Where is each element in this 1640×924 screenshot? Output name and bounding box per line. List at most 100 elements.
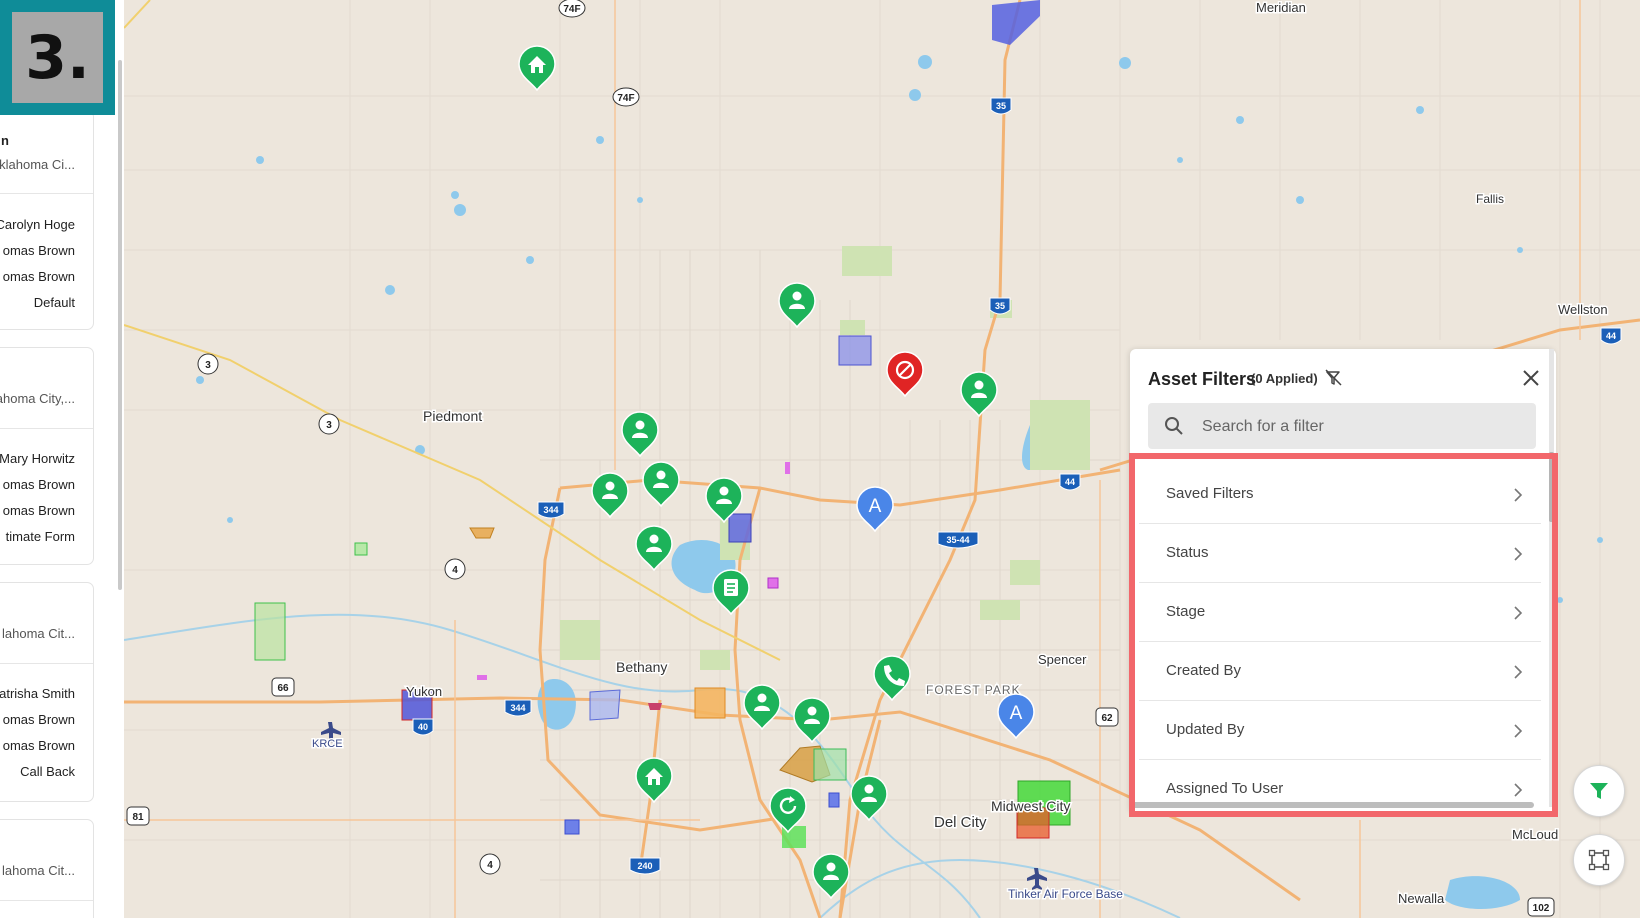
leads-list-panel: n klahoma Ci... Carolyn Hoge omas Brown …: [0, 0, 124, 918]
search-icon: [1165, 417, 1183, 435]
place-label: Bethany: [616, 659, 667, 675]
note-icon: [724, 579, 738, 596]
asset-filters-panel: Asset Filters (0 Applied) Saved Filters …: [1130, 349, 1556, 811]
lead-card-field: omas Brown: [2, 269, 75, 284]
appointment-a-icon: A: [869, 496, 882, 517]
filter-item-created-by[interactable]: Created By: [1139, 642, 1541, 701]
place-label: Newalla: [1398, 891, 1445, 906]
lead-card-field: Mary Horwitz: [0, 451, 75, 466]
lead-card-field: Call Back: [20, 764, 75, 779]
map-pin-letter[interactable]: A: [997, 693, 1035, 740]
filter-button[interactable]: [1573, 765, 1625, 817]
filter-category-list: Saved Filters Status Stage Created By Up…: [1139, 465, 1541, 811]
shield-label: 344: [543, 505, 558, 515]
lead-card[interactable]: n klahoma Ci... Carolyn Hoge omas Brown …: [0, 110, 94, 330]
chevron-right-icon: [1514, 665, 1523, 679]
shield-label: 44: [1606, 331, 1616, 341]
map-pin-block[interactable]: [886, 351, 924, 398]
close-icon[interactable]: [1520, 367, 1542, 389]
place-label: Tinker Air Force Base: [1008, 887, 1123, 901]
shield-label: 40: [418, 722, 428, 732]
place-label: Midwest City: [991, 798, 1070, 814]
clear-filters-icon[interactable]: [1324, 368, 1344, 388]
shield-label: 35: [996, 101, 1006, 111]
shield-label: 74F: [617, 93, 634, 104]
shield-label: 62: [1101, 713, 1113, 724]
lead-card-location: ahoma City,...: [0, 391, 75, 406]
shield-label: 81: [132, 812, 144, 823]
place-label: Yukon: [406, 684, 442, 699]
step-number: 3.: [12, 12, 103, 103]
filters-title: Asset Filters: [1148, 369, 1257, 389]
filter-item-label: Created By: [1166, 662, 1242, 679]
shield-label: 44: [1065, 477, 1075, 487]
map-pin-person[interactable]: [793, 697, 831, 744]
filter-item-stage[interactable]: Stage: [1139, 583, 1541, 642]
map-bottom-edge: [0, 918, 1640, 924]
filter-item-status[interactable]: Status: [1139, 524, 1541, 583]
chevron-right-icon: [1514, 783, 1523, 797]
place-label: Piedmont: [423, 408, 482, 424]
filter-search-input[interactable]: [1200, 403, 1524, 451]
shield-label: 4: [452, 565, 458, 576]
place-label: Spencer: [1038, 652, 1087, 667]
funnel-icon: [1590, 783, 1608, 799]
appointment-a-icon: A: [1010, 703, 1023, 724]
shield-label: 74F: [563, 4, 580, 15]
svg-text:A: A: [869, 496, 882, 517]
map-pin-note[interactable]: [712, 569, 750, 616]
shield-label: 66: [277, 683, 289, 694]
lead-card-field: omas Brown: [2, 503, 75, 518]
lead-card-field: omas Brown: [2, 243, 75, 258]
filter-item-label: Stage: [1166, 603, 1206, 620]
list-scrollbar[interactable]: [118, 60, 122, 590]
filter-item-label: Status: [1166, 544, 1209, 561]
map-pin-phone[interactable]: [873, 655, 911, 702]
map-pin-person[interactable]: [743, 684, 781, 731]
map-pin-house[interactable]: [518, 45, 556, 92]
place-label: Meridian: [1256, 0, 1306, 15]
map-pin-person[interactable]: [621, 411, 659, 458]
filter-item-label: Updated By: [1166, 721, 1245, 738]
map-pin-person[interactable]: [778, 282, 816, 329]
map-pin-house[interactable]: [635, 757, 673, 804]
filter-item-label: Saved Filters: [1166, 485, 1254, 502]
place-label: Del City: [934, 814, 987, 831]
shield-label: 35: [995, 301, 1005, 311]
place-label: FOREST PARK: [926, 683, 1021, 697]
filter-item-updated-by[interactable]: Updated By: [1139, 701, 1541, 760]
map-pin-letter[interactable]: A: [856, 486, 894, 533]
draw-area-button[interactable]: [1573, 834, 1625, 886]
shield-label: 240: [637, 861, 652, 871]
lead-card-field: omas Brown: [2, 477, 75, 492]
shield-label: 4: [487, 860, 493, 871]
lead-card-name: n: [1, 133, 9, 148]
filters-horizontal-scrollbar[interactable]: [1131, 802, 1534, 808]
chevron-right-icon: [1514, 488, 1523, 502]
chevron-right-icon: [1514, 724, 1523, 738]
lead-card-field: atrisha Smith: [0, 686, 75, 701]
map-pin-person[interactable]: [642, 461, 680, 508]
map-pin-person[interactable]: [960, 371, 998, 418]
chevron-right-icon: [1514, 606, 1523, 620]
lead-card[interactable]: lahoma Cit... atrisha Smith omas Brown o…: [0, 582, 94, 802]
filters-applied-count: (0 Applied): [1251, 371, 1318, 386]
filter-item-label: Assigned To User: [1166, 780, 1284, 797]
map-pin-person[interactable]: [591, 472, 629, 519]
lead-card[interactable]: ahoma City,... Mary Horwitz omas Brown o…: [0, 347, 94, 565]
draw-area-icon: [1588, 849, 1610, 871]
place-label: Wellston: [1558, 302, 1608, 317]
shield-label: 3: [205, 360, 211, 371]
svg-text:A: A: [1010, 703, 1023, 724]
place-label: KRCE: [312, 738, 343, 750]
filter-item-saved-filters[interactable]: Saved Filters: [1139, 465, 1541, 524]
lead-card-location: klahoma Ci...: [0, 157, 75, 172]
filter-search-box[interactable]: [1148, 403, 1536, 451]
shield-label: 344: [510, 703, 525, 713]
map-pin-person[interactable]: [635, 525, 673, 572]
shield-label: 3: [326, 420, 332, 431]
lead-card[interactable]: lahoma Cit...: [0, 819, 94, 918]
filters-scrollbar[interactable]: [1549, 452, 1554, 522]
lead-card-field: timate Form: [5, 529, 75, 544]
chevron-right-icon: [1514, 547, 1523, 561]
